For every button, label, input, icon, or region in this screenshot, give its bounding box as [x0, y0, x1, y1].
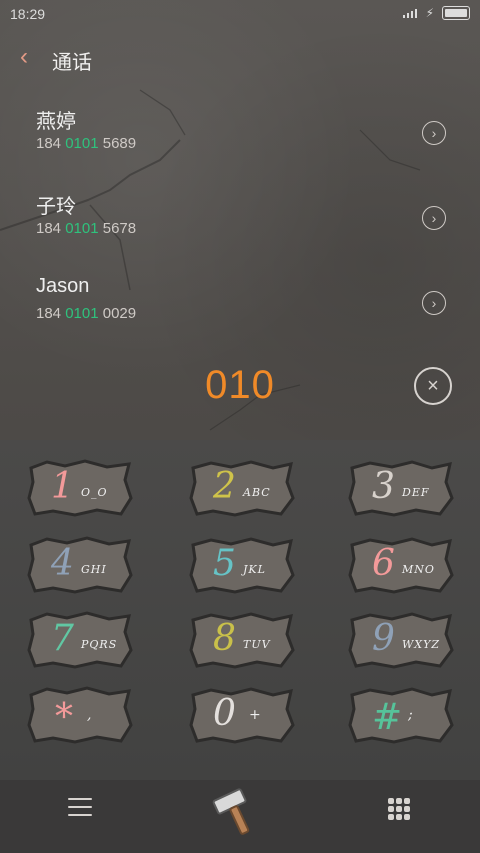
menu-icon[interactable] — [68, 798, 92, 816]
dot — [396, 798, 402, 804]
key-letters: O_O — [81, 486, 108, 499]
key-letters: MNO — [402, 563, 435, 576]
dot — [388, 798, 394, 804]
dial-entry: 010 × — [0, 355, 480, 415]
number-suffix: 0029 — [98, 305, 137, 322]
key-digit: 4 — [51, 543, 74, 584]
menu-line — [68, 798, 92, 800]
status-icons: ⚡ — [402, 6, 470, 20]
back-chevron-icon[interactable]: ‹ — [20, 42, 28, 72]
key-digit: 8 — [213, 618, 236, 659]
key-digit: 9 — [372, 618, 395, 659]
header: ‹ 通话 — [0, 40, 480, 76]
signal-icon — [402, 9, 417, 18]
battery-icon — [442, 6, 470, 20]
key-1[interactable]: 1 O_O — [25, 458, 135, 518]
contact-name: 燕婷 — [36, 111, 76, 133]
hammer-icon[interactable] — [210, 785, 270, 839]
key-letters: ; — [408, 707, 414, 723]
key-digit: 7 — [51, 618, 74, 659]
dot — [404, 806, 410, 812]
number-prefix: 184 — [36, 220, 66, 237]
number-match: 0101 — [65, 305, 99, 322]
dialpad-icon[interactable] — [388, 798, 410, 820]
menu-line — [68, 814, 92, 816]
dot — [388, 806, 394, 812]
charging-icon: ⚡ — [425, 6, 434, 20]
contact-number: 184 0101 0029 — [36, 305, 136, 322]
key-letters: , — [87, 707, 93, 723]
contact-item[interactable]: Jason 184 0101 0029 › — [0, 265, 480, 345]
status-time: 18:29 — [10, 6, 46, 22]
key-digit: * — [55, 697, 73, 738]
key-digit: 2 — [213, 466, 236, 507]
key-letters: GHI — [81, 563, 107, 576]
chevron-right-icon[interactable]: › — [422, 206, 446, 230]
contact-number: 184 0101 5678 — [36, 220, 136, 237]
number-prefix: 184 — [36, 305, 66, 322]
contact-item[interactable]: 燕婷 184 0101 5689 › — [0, 95, 480, 175]
dot — [396, 806, 402, 812]
key-star[interactable]: * , — [25, 685, 135, 745]
key-digit: 6 — [372, 543, 395, 584]
key-digit: 1 — [51, 466, 74, 507]
clear-icon[interactable]: × — [414, 367, 452, 405]
key-letters: TUV — [243, 638, 271, 651]
key-0[interactable]: 0 + — [187, 685, 297, 745]
menu-line — [68, 806, 92, 808]
number-match: 0101 — [65, 135, 99, 152]
number-match: 0101 — [65, 220, 99, 237]
chevron-right-icon[interactable]: › — [422, 121, 446, 145]
number-suffix: 5678 — [98, 220, 137, 237]
key-3[interactable]: 3 DEF — [346, 458, 456, 518]
key-letters: PQRS — [81, 638, 118, 651]
number-suffix: 5689 — [98, 135, 137, 152]
dot — [388, 814, 394, 820]
key-4[interactable]: 4 GHI — [25, 535, 135, 595]
key-letters: JKL — [243, 563, 266, 576]
key-8[interactable]: 8 TUV — [187, 610, 297, 670]
dot — [404, 814, 410, 820]
key-digit: 5 — [213, 543, 236, 584]
key-7[interactable]: 7 PQRS — [25, 610, 135, 670]
dialer-screen: 18:29 ⚡ ‹ 通话 燕婷 184 0101 5689 › 子玲 184 0… — [0, 0, 480, 853]
key-letters: ABC — [243, 486, 271, 499]
bottom-bar — [0, 780, 480, 853]
key-digit: # — [372, 697, 403, 738]
key-letters: + — [249, 707, 262, 723]
contact-item[interactable]: 子玲 184 0101 5678 › — [0, 180, 480, 260]
key-5[interactable]: 5 JKL — [187, 535, 297, 595]
keypad: 1 O_O 2 ABC 3 DEF 4 GHI 5 JKL 6 MNO 7 PQ… — [0, 440, 480, 780]
number-prefix: 184 — [36, 135, 66, 152]
key-letters: DEF — [402, 486, 430, 499]
contact-name: Jason — [36, 275, 90, 297]
contact-number: 184 0101 5689 — [36, 135, 136, 152]
page-title: 通话 — [52, 52, 92, 74]
dot — [396, 814, 402, 820]
status-bar: 18:29 ⚡ — [0, 0, 480, 28]
dial-number: 010 — [205, 363, 275, 407]
key-9[interactable]: 9 WXYZ — [346, 610, 456, 670]
key-digit: 0 — [213, 693, 236, 734]
contact-name: 子玲 — [36, 196, 76, 218]
chevron-right-icon[interactable]: › — [422, 291, 446, 315]
dot — [404, 798, 410, 804]
key-2[interactable]: 2 ABC — [187, 458, 297, 518]
key-hash[interactable]: # ; — [346, 685, 456, 745]
key-letters: WXYZ — [402, 638, 441, 651]
key-digit: 3 — [372, 466, 395, 507]
key-6[interactable]: 6 MNO — [346, 535, 456, 595]
